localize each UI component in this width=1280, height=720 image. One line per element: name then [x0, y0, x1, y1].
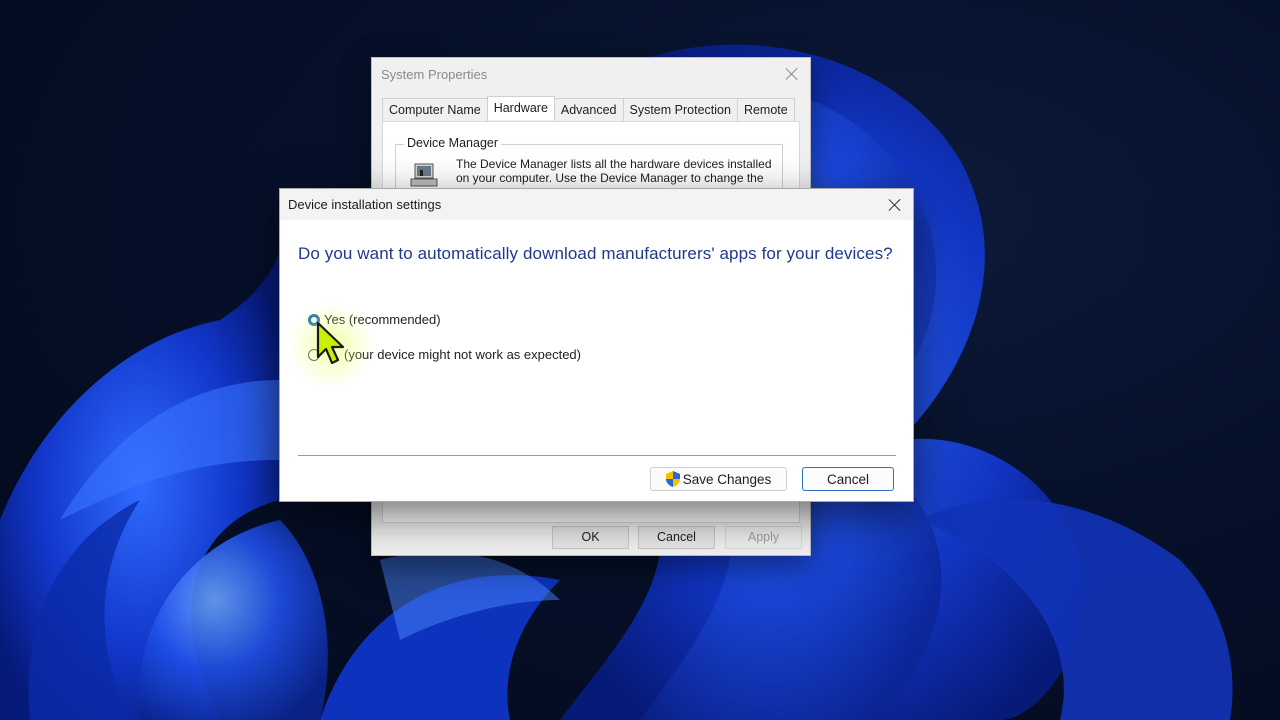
tab-advanced[interactable]: Advanced	[553, 98, 624, 122]
apply-button[interactable]: Apply	[725, 526, 802, 549]
dialog-question: Do you want to automatically download ma…	[298, 244, 893, 263]
cancel-button[interactable]: Cancel	[638, 526, 715, 549]
dialog-title: Device installation settings	[288, 197, 442, 212]
tab-system-protection[interactable]: System Protection	[622, 98, 738, 122]
title-bar: Device installation settings	[280, 189, 913, 220]
tab-computer-name[interactable]: Computer Name	[382, 98, 488, 122]
close-icon[interactable]	[885, 195, 905, 215]
tab-hardware[interactable]: Hardware	[486, 96, 555, 120]
ok-button[interactable]: OK	[552, 526, 629, 549]
save-changes-label[interactable]: Save Changes	[683, 472, 772, 487]
window-title: System Properties	[381, 67, 488, 82]
button-separator	[298, 455, 896, 456]
tab-remote[interactable]: Remote	[736, 98, 795, 122]
save-changes-button[interactable]: Save Changes	[650, 467, 787, 491]
tab-bar: Computer Name Hardware Advanced System P…	[382, 96, 795, 122]
close-icon[interactable]	[782, 64, 802, 84]
cancel-button[interactable]: Cancel	[802, 467, 894, 491]
mouse-cursor-icon	[316, 321, 345, 365]
option-label[interactable]: (your device might not work as expected)	[344, 347, 581, 362]
device-manager-icon	[410, 163, 438, 187]
device-manager-description: The Device Manager lists all the hardwar…	[456, 157, 772, 185]
group-label: Device Manager	[404, 136, 502, 150]
uac-shield-icon	[665, 471, 680, 487]
